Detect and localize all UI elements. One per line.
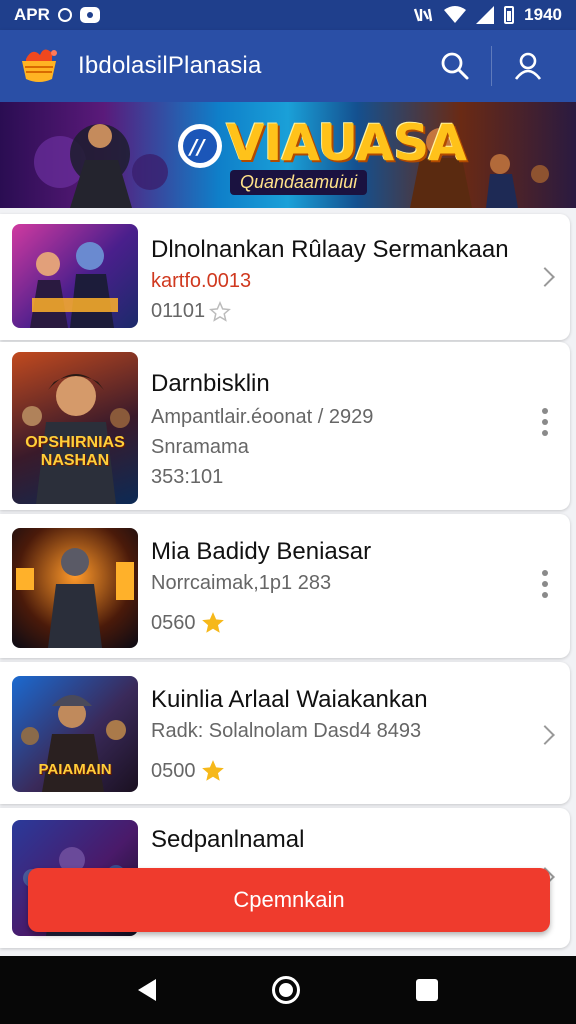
search-icon [441,52,469,80]
item-thumbnail: PAIAMAIN [12,676,138,792]
thumbnail-caption: PAIAMAIN [38,761,112,778]
nav-home-icon[interactable] [272,976,300,1004]
list-item[interactable]: PAIAMAIN Kuinlia Arlaal Waiakankan Radk:… [0,662,570,804]
status-bar: APR 1940 [0,0,576,30]
item-meta: kartfo.0013 [151,270,252,292]
system-nav-bar [0,956,576,1024]
rating-value: 353:101 [151,466,224,488]
item-meta-secondary: Snramama [151,436,249,458]
item-rating: 01101 [151,300,232,323]
chevron-right-icon[interactable] [535,725,555,745]
account-button[interactable] [498,36,558,96]
list-item[interactable]: OPSHIRNIAS NASHAN Darnbisklin Ampantlair… [0,342,570,510]
item-meta: Ampantlair.éoonat / 2929 [151,406,374,428]
app-bar: IbdolasilPlanasia [0,30,576,102]
app-logo-icon[interactable] [18,45,60,87]
svg-text://: // [188,135,206,159]
primary-action-button[interactable]: Cpemnkain [28,868,550,932]
appbar-divider [491,46,492,86]
chevron-right-icon[interactable] [535,267,555,287]
star-filled-icon [201,760,224,781]
item-rating: 0560 [151,610,226,636]
more-vert-icon[interactable] [542,408,548,436]
thumbnail-caption: OPSHIRNIAS NASHAN [25,434,125,469]
rating-value: 0500 [151,759,196,782]
status-time: 1940 [524,5,562,24]
screen: APR 1940 IbdolasilPlanasia // VIAUASA Qu… [0,0,576,1024]
banner-title: VIAUASA [226,114,467,172]
item-thumbnail [12,528,138,648]
banner-subtitle: Quandaamuiui [230,170,368,195]
wifi-icon [444,6,467,23]
item-title: Dlnolnankan Rûlaay Sermankaan [151,236,509,263]
item-title: Mia Badidy Beniasar [151,538,372,565]
more-vert-icon[interactable] [542,570,548,598]
nav-recents-icon[interactable] [416,979,438,1001]
item-title: Sedpanlnamal [151,826,305,853]
list-item[interactable]: Dlnolnankan Rûlaay Sermankaan kartfo.001… [0,214,570,340]
item-meta: Radk: Solalnolam Dasd4 8493 [151,720,422,742]
search-button[interactable] [425,36,485,96]
status-date: APR [14,5,50,24]
star-outline-icon [209,300,232,322]
list-item[interactable]: Mia Badidy Beniasar Norrcaimak,1p1 283 0… [0,514,570,658]
item-rating: 353:101 [151,466,223,489]
rating-value: 0560 [151,611,196,634]
star-filled-icon [201,612,224,633]
nav-back-icon[interactable] [138,979,156,1001]
item-thumbnail [12,224,138,328]
account-icon [514,52,542,80]
rating-value: 01101 [151,300,206,322]
message-icon [79,7,100,23]
vibrate-icon [414,8,433,22]
item-meta: Norrcaimak,1p1 283 [151,572,332,594]
item-thumbnail: OPSHIRNIAS NASHAN [12,352,138,504]
item-title: Kuinlia Arlaal Waiakankan [151,686,428,713]
battery-icon [504,6,515,24]
signal-icon [476,6,495,24]
app-title: IbdolasilPlanasia [78,52,262,79]
hero-banner[interactable]: // VIAUASA Quandaamuiui [0,102,576,208]
item-rating: 0500 [151,758,226,784]
notification-icon [57,8,72,22]
item-title: Darnbisklin [151,370,270,397]
